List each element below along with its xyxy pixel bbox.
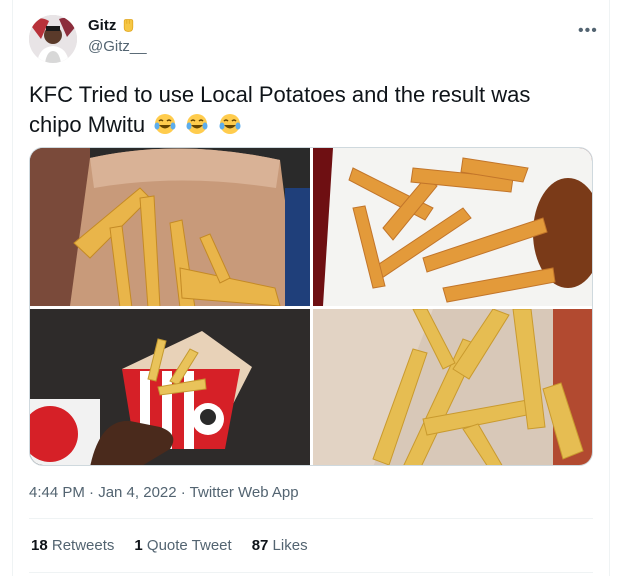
author-name-text: Gitz bbox=[88, 17, 117, 34]
face-with-tears-of-joy-icon bbox=[219, 114, 241, 134]
media-grid bbox=[29, 147, 593, 466]
likes-label: Likes bbox=[272, 537, 308, 554]
face-with-tears-of-joy-icon bbox=[154, 114, 176, 134]
divider bbox=[29, 518, 593, 519]
raised-fist-icon bbox=[124, 19, 134, 32]
quote-tweets-stat[interactable]: 1 Quote Tweet bbox=[134, 537, 231, 554]
quotes-count: 1 bbox=[134, 537, 143, 554]
author-handle[interactable]: @Gitz__ bbox=[88, 38, 147, 55]
tweet-stats: 18 Retweets 1 Quote Tweet 87 Likes bbox=[31, 537, 308, 554]
avatar[interactable] bbox=[29, 15, 77, 63]
likes-count: 87 bbox=[251, 537, 269, 554]
avatar-image bbox=[29, 15, 77, 63]
retweets-label: Retweets bbox=[51, 537, 115, 554]
quotes-label: Quote Tweet bbox=[146, 537, 232, 554]
retweets-count: 18 bbox=[31, 537, 48, 554]
photo-fries-paper-cone[interactable] bbox=[30, 148, 310, 306]
author-name[interactable]: Gitz bbox=[88, 17, 137, 34]
face-with-tears-of-joy-icon bbox=[186, 114, 208, 134]
tweet-text-body: KFC Tried to use Local Potatoes and the … bbox=[29, 82, 531, 137]
photo-kfc-fries-box[interactable] bbox=[30, 309, 310, 465]
likes-stat[interactable]: 87 Likes bbox=[252, 537, 308, 554]
tweet-text: KFC Tried to use Local Potatoes and the … bbox=[29, 80, 589, 140]
tweet-timestamp-source[interactable]: 4:44 PM · Jan 4, 2022 · Twitter Web App bbox=[29, 484, 299, 501]
more-options-icon[interactable]: ••• bbox=[578, 22, 598, 40]
photo-fries-with-chicken[interactable] bbox=[313, 148, 592, 306]
retweets-stat[interactable]: 18 Retweets bbox=[31, 537, 114, 554]
divider bbox=[29, 572, 593, 573]
photo-fries-closeup[interactable] bbox=[313, 309, 592, 465]
